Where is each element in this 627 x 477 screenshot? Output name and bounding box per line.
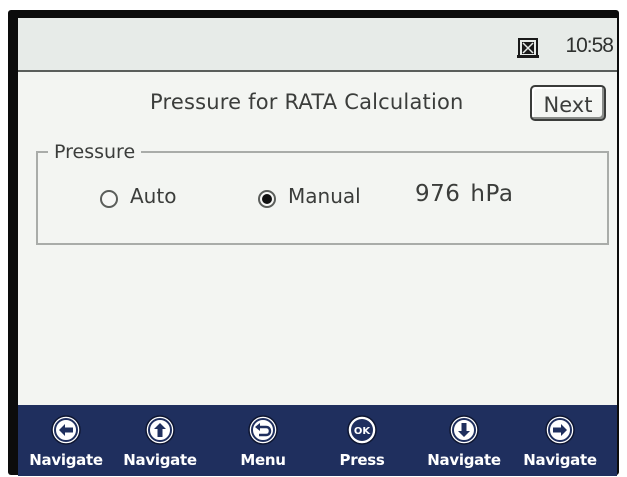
pressure-unit: hPa: [470, 181, 514, 207]
nav-label: Menu: [240, 451, 286, 469]
navigate-right-button[interactable]: Navigate: [514, 405, 606, 476]
nav-label: Navigate: [427, 451, 501, 469]
navigate-up-button[interactable]: Navigate: [114, 405, 206, 476]
page-title: Pressure for RATA Calculation: [150, 90, 464, 114]
menu-button[interactable]: Menu: [217, 405, 309, 476]
arrow-down-circle-icon: [449, 415, 479, 445]
softkey-bar: Navigate Navigate Menu OK Press Navigate…: [18, 405, 617, 476]
ok-circle-icon: OK: [347, 415, 377, 445]
navigate-left-button[interactable]: Navigate: [20, 405, 112, 476]
nav-label: Navigate: [123, 451, 197, 469]
svg-text:OK: OK: [354, 426, 372, 437]
pressure-value: 976: [415, 181, 461, 207]
press-button[interactable]: OK Press: [316, 405, 408, 476]
navigate-down-button[interactable]: Navigate: [418, 405, 510, 476]
device-screen: 10:58 Pressure for RATA Calculation Next…: [18, 18, 617, 476]
auto-radio[interactable]: [100, 190, 118, 208]
back-circle-icon: [248, 415, 278, 445]
device-photo: 10:58 Pressure for RATA Calculation Next…: [0, 0, 627, 477]
clock: 10:58: [565, 34, 614, 57]
next-button[interactable]: Next: [530, 85, 606, 121]
nav-label: Press: [339, 451, 385, 469]
main-content: Pressure for RATA Calculation Next Press…: [18, 72, 617, 405]
manual-radio-label[interactable]: Manual: [288, 184, 361, 208]
arrow-up-circle-icon: [145, 415, 175, 445]
arrow-left-circle-icon: [51, 415, 81, 445]
nav-label: Navigate: [523, 451, 597, 469]
auto-radio-label[interactable]: Auto: [130, 184, 176, 208]
pressure-group: Pressure Auto Manual 976 hPa: [36, 141, 609, 245]
pressure-group-legend: Pressure: [48, 141, 142, 163]
status-icon: [517, 38, 539, 58]
manual-radio[interactable]: [258, 190, 276, 208]
nav-label: Navigate: [29, 451, 103, 469]
arrow-right-circle-icon: [545, 415, 575, 445]
status-bar: 10:58: [18, 18, 617, 72]
pressure-value-field[interactable]: 976 hPa: [415, 181, 513, 207]
